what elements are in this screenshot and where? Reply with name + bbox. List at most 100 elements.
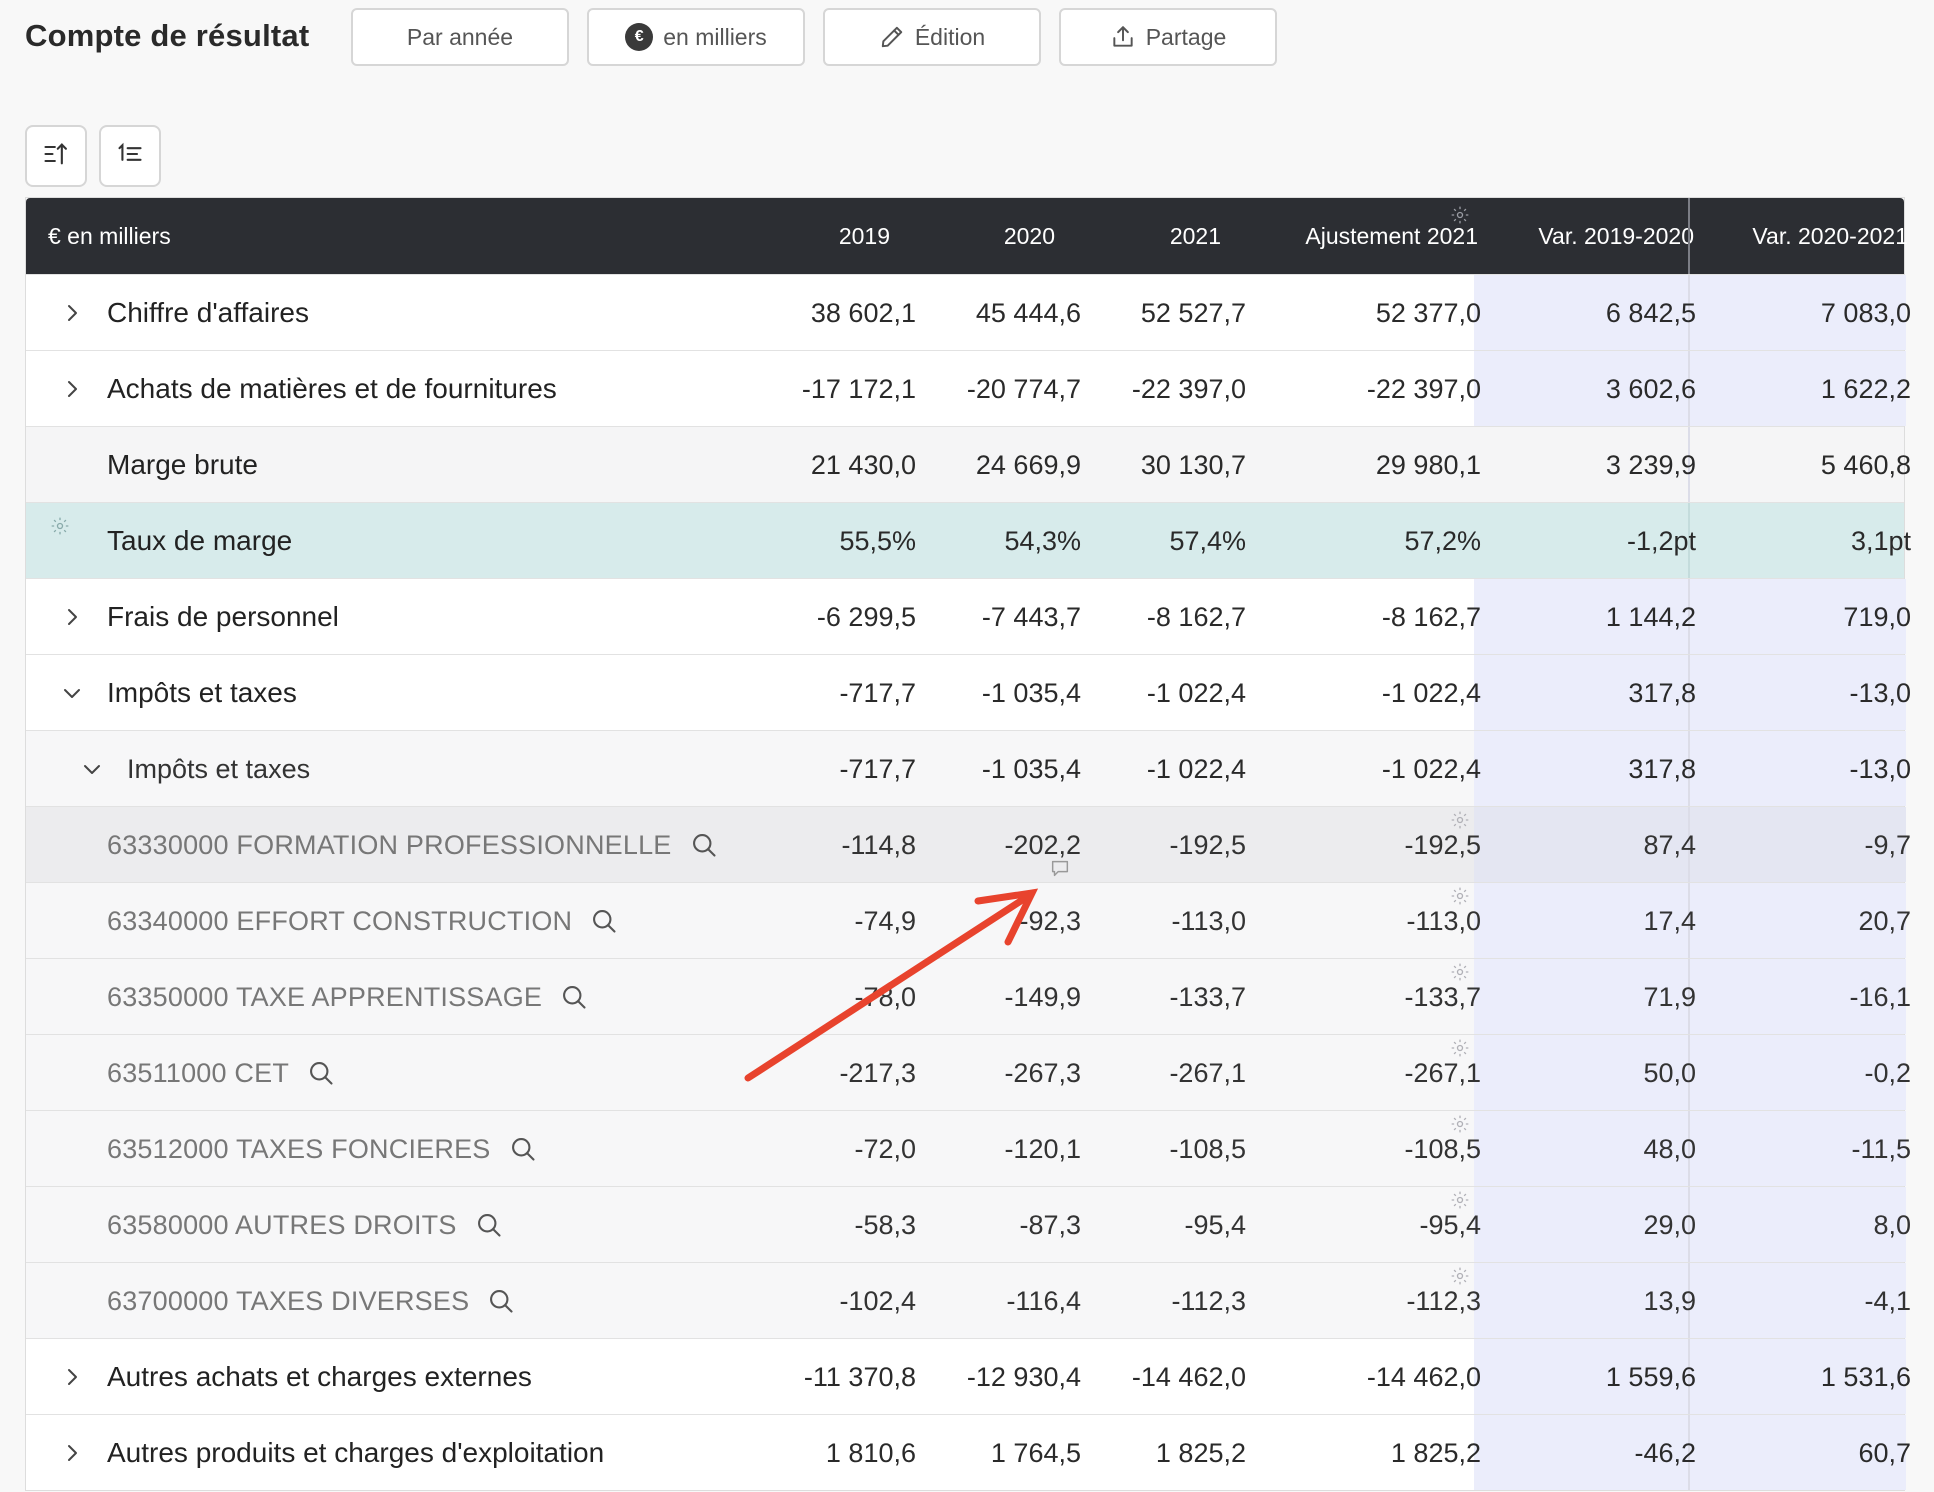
value-cell[interactable]: -717,7 bbox=[766, 731, 916, 807]
gear-icon[interactable] bbox=[1450, 1114, 1470, 1139]
value-cell[interactable]: 1 622,2 bbox=[1711, 351, 1911, 427]
chevron-down-icon[interactable] bbox=[80, 731, 104, 807]
value-cell[interactable]: 5 460,8 bbox=[1711, 427, 1911, 503]
value-cell[interactable]: 50,0 bbox=[1496, 1035, 1696, 1111]
table-row[interactable]: Impôts et taxes -717,7 -1 035,4 -1 022,4 -1 … bbox=[26, 730, 1911, 807]
value-cell[interactable]: 30 130,7 bbox=[1096, 427, 1246, 503]
search-icon[interactable] bbox=[509, 1135, 537, 1163]
value-cell[interactable]: -1 022,4 bbox=[1281, 655, 1481, 731]
value-cell[interactable]: -8 162,7 bbox=[1096, 579, 1246, 655]
value-cell[interactable]: -192,5 bbox=[1096, 807, 1246, 883]
value-cell[interactable]: 29 980,1 bbox=[1281, 427, 1481, 503]
value-cell[interactable]: 3 602,6 bbox=[1496, 351, 1696, 427]
value-cell[interactable]: 1 825,2 bbox=[1096, 1415, 1246, 1491]
value-cell[interactable]: 52 527,7 bbox=[1096, 275, 1246, 351]
value-cell[interactable]: 52 377,0 bbox=[1281, 275, 1481, 351]
value-cell[interactable]: -9,7 bbox=[1711, 807, 1911, 883]
gear-icon[interactable] bbox=[1450, 1038, 1470, 1063]
col-header-2019[interactable]: 2019 bbox=[756, 198, 890, 274]
chevron-right-icon[interactable] bbox=[60, 1339, 84, 1415]
value-cell[interactable]: -0,2 bbox=[1711, 1035, 1911, 1111]
value-cell[interactable]: -217,3 bbox=[766, 1035, 916, 1111]
value-cell[interactable]: -717,7 bbox=[766, 655, 916, 731]
value-cell[interactable]: -120,1 bbox=[931, 1111, 1081, 1187]
value-cell[interactable]: 317,8 bbox=[1496, 655, 1696, 731]
value-cell[interactable]: -72,0 bbox=[766, 1111, 916, 1187]
value-cell[interactable]: -1 022,4 bbox=[1096, 731, 1246, 807]
value-cell[interactable]: 13,9 bbox=[1496, 1263, 1696, 1339]
value-cell[interactable]: -108,5 bbox=[1096, 1111, 1246, 1187]
value-cell[interactable]: -95,4 bbox=[1096, 1187, 1246, 1263]
value-cell[interactable]: -7 443,7 bbox=[931, 579, 1081, 655]
gear-icon[interactable] bbox=[1450, 962, 1470, 987]
value-cell[interactable]: -22 397,0 bbox=[1281, 351, 1481, 427]
value-cell[interactable]: -16,1 bbox=[1711, 959, 1911, 1035]
chevron-right-icon[interactable] bbox=[60, 579, 84, 655]
table-row[interactable]: Chiffre d'affaires 38 602,1 45 444,6 52 527… bbox=[26, 274, 1911, 351]
value-cell[interactable]: 6 842,5 bbox=[1496, 275, 1696, 351]
value-cell[interactable]: -13,0 bbox=[1711, 655, 1911, 731]
value-cell[interactable]: -114,8 bbox=[766, 807, 916, 883]
gear-icon[interactable] bbox=[1450, 810, 1470, 835]
value-cell[interactable]: 38 602,1 bbox=[766, 275, 916, 351]
value-cell[interactable]: 1 825,2 bbox=[1281, 1415, 1481, 1491]
table-row[interactable]: Marge brute 21 430,0 24 669,9 30 130,7 29 98… bbox=[26, 426, 1911, 503]
table-row[interactable]: 63580000 AUTRES DROITS -58,3 -87,3 -95,4 -95… bbox=[26, 1186, 1911, 1263]
col-header-var-2019-2020[interactable]: Var. 2019-2020 bbox=[1494, 198, 1694, 274]
table-row[interactable]: Autres achats et charges externes -11 370… bbox=[26, 1338, 1911, 1415]
value-cell[interactable]: -78,0 bbox=[766, 959, 916, 1035]
par-annee-button[interactable]: Par année bbox=[351, 8, 569, 66]
table-row[interactable]: Achats de matières et de fournitures -17 … bbox=[26, 350, 1911, 427]
value-cell[interactable]: -4,1 bbox=[1711, 1263, 1911, 1339]
value-cell[interactable]: 57,2% bbox=[1281, 503, 1481, 579]
value-cell[interactable]: 8,0 bbox=[1711, 1187, 1911, 1263]
value-cell[interactable]: -6 299,5 bbox=[766, 579, 916, 655]
value-cell[interactable]: 60,7 bbox=[1711, 1415, 1911, 1491]
value-cell[interactable]: -20 774,7 bbox=[931, 351, 1081, 427]
value-cell[interactable]: 1 764,5 bbox=[931, 1415, 1081, 1491]
value-cell[interactable]: -14 462,0 bbox=[1281, 1339, 1481, 1415]
value-cell[interactable]: 54,3% bbox=[931, 503, 1081, 579]
partage-button[interactable]: Partage bbox=[1059, 8, 1277, 66]
value-cell[interactable]: -14 462,0 bbox=[1096, 1339, 1246, 1415]
sort-ascending-button[interactable] bbox=[25, 125, 87, 187]
col-header-var-2020-2021[interactable]: Var. 2020-2021 bbox=[1706, 198, 1908, 274]
col-header-2021[interactable]: 2021 bbox=[1066, 198, 1221, 274]
value-cell[interactable]: 48,0 bbox=[1496, 1111, 1696, 1187]
value-cell[interactable]: -1 022,4 bbox=[1281, 731, 1481, 807]
value-cell[interactable]: 317,8 bbox=[1496, 731, 1696, 807]
table-row[interactable]: 63512000 TAXES FONCIERES -72,0 -120,1 -108,… bbox=[26, 1110, 1911, 1187]
table-row[interactable]: 63511000 CET -217,3 -267,3 -267,1 -267,1 50,0… bbox=[26, 1034, 1911, 1111]
value-cell[interactable]: -13,0 bbox=[1711, 731, 1911, 807]
value-cell[interactable]: -12 930,4 bbox=[931, 1339, 1081, 1415]
chevron-down-icon[interactable] bbox=[60, 655, 84, 731]
value-cell[interactable]: -46,2 bbox=[1496, 1415, 1696, 1491]
value-cell[interactable]: -102,4 bbox=[766, 1263, 916, 1339]
search-icon[interactable] bbox=[690, 831, 718, 859]
value-cell[interactable]: -1,2pt bbox=[1496, 503, 1696, 579]
value-cell[interactable]: 21 430,0 bbox=[766, 427, 916, 503]
value-cell[interactable]: -116,4 bbox=[931, 1263, 1081, 1339]
search-icon[interactable] bbox=[475, 1211, 503, 1239]
search-icon[interactable] bbox=[590, 907, 618, 935]
gear-icon[interactable] bbox=[1450, 886, 1470, 911]
value-cell[interactable]: 45 444,6 bbox=[931, 275, 1081, 351]
chevron-right-icon[interactable] bbox=[60, 1415, 84, 1491]
value-cell[interactable]: -267,3 bbox=[931, 1035, 1081, 1111]
value-cell[interactable]: 55,5% bbox=[766, 503, 916, 579]
value-cell[interactable]: -1 035,4 bbox=[931, 731, 1081, 807]
value-cell[interactable]: -87,3 bbox=[931, 1187, 1081, 1263]
value-cell[interactable]: 57,4% bbox=[1096, 503, 1246, 579]
value-cell[interactable]: 20,7 bbox=[1711, 883, 1911, 959]
sort-numeric-button[interactable] bbox=[99, 125, 161, 187]
value-cell[interactable]: 3,1pt bbox=[1711, 503, 1911, 579]
table-row[interactable]: Taux de marge 55,5% 54,3% 57,4% 57,2% -1,2pt 3… bbox=[26, 502, 1911, 579]
en-milliers-button[interactable]: € en milliers bbox=[587, 8, 805, 66]
value-cell[interactable]: 1 810,6 bbox=[766, 1415, 916, 1491]
value-cell[interactable]: 1 559,6 bbox=[1496, 1339, 1696, 1415]
search-icon[interactable] bbox=[487, 1287, 515, 1315]
value-cell[interactable]: 1 531,6 bbox=[1711, 1339, 1911, 1415]
table-row[interactable]: Frais de personnel -6 299,5 -7 443,7 -8 162… bbox=[26, 578, 1911, 655]
gear-icon[interactable] bbox=[1450, 1266, 1470, 1291]
table-row[interactable]: Autres produits et charges d'exploitatio… bbox=[26, 1414, 1911, 1491]
